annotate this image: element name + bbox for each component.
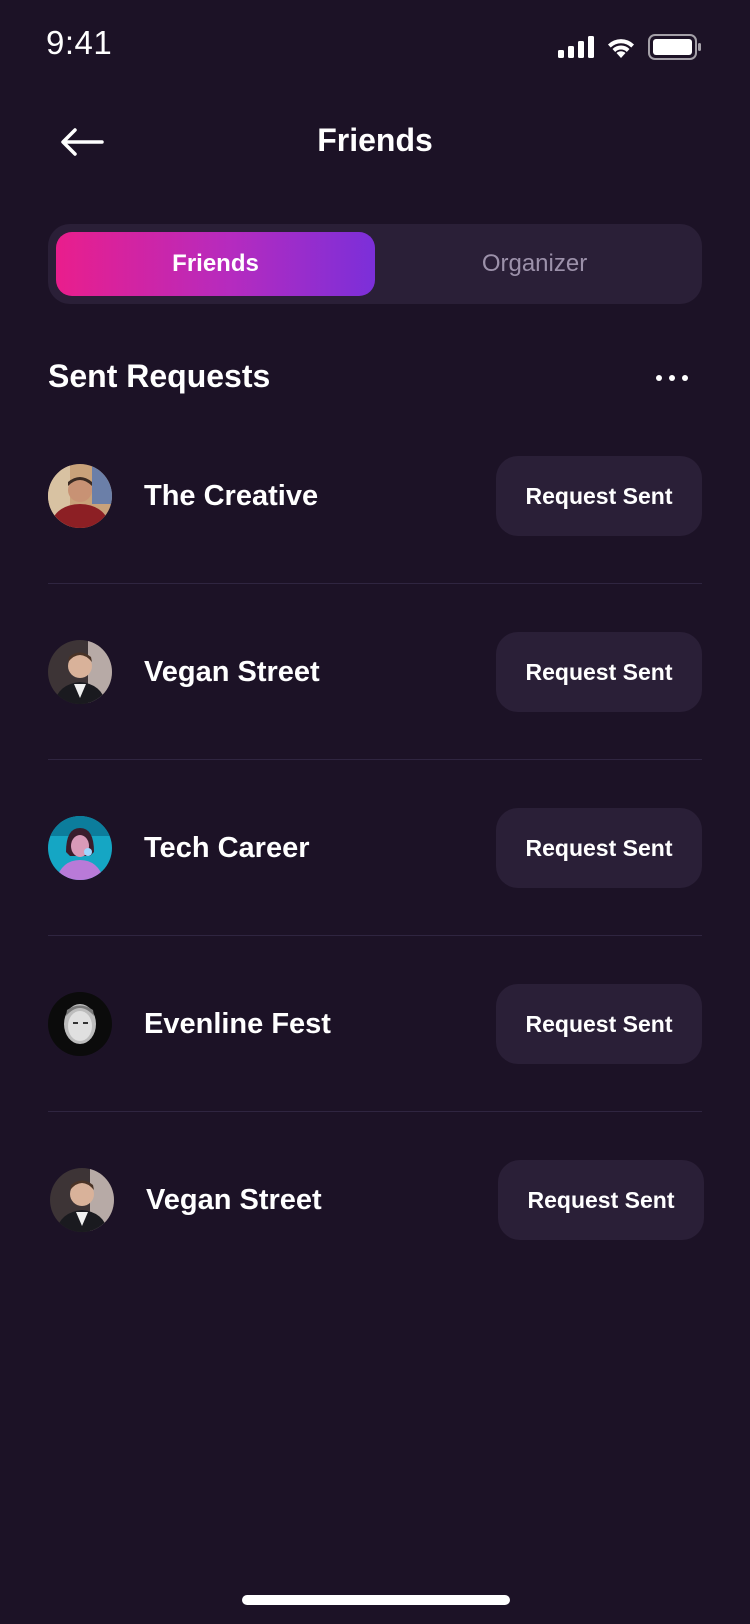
avatar[interactable] bbox=[50, 1168, 114, 1232]
request-sent-button[interactable]: Request Sent bbox=[496, 632, 702, 712]
tab-organizer[interactable]: Organizer bbox=[375, 232, 694, 296]
avatar[interactable] bbox=[48, 816, 112, 880]
section-title: Sent Requests bbox=[48, 358, 271, 394]
list-item: Evenline Fest Request Sent bbox=[48, 968, 702, 1144]
battery-icon bbox=[648, 34, 702, 65]
sent-requests-list: The Creative Request Sent Vegan Street R… bbox=[48, 440, 704, 1320]
status-time: 9:41 bbox=[46, 24, 113, 61]
request-sent-button[interactable]: Request Sent bbox=[496, 808, 702, 888]
request-name: Tech Career bbox=[144, 831, 310, 864]
avatar[interactable] bbox=[48, 640, 112, 704]
page-title: Friends bbox=[317, 122, 433, 158]
more-options-button[interactable] bbox=[642, 360, 702, 396]
segmented-tabs: Friends Organizer bbox=[48, 224, 702, 304]
divider bbox=[48, 1111, 702, 1112]
list-item: Tech Career Request Sent bbox=[48, 792, 702, 968]
request-name: Vegan Street bbox=[146, 1183, 322, 1216]
list-item: The Creative Request Sent bbox=[48, 440, 702, 616]
list-item: Vegan Street Request Sent bbox=[48, 616, 702, 792]
request-sent-button[interactable]: Request Sent bbox=[498, 1160, 704, 1240]
request-sent-button[interactable]: Request Sent bbox=[496, 984, 702, 1064]
request-sent-button[interactable]: Request Sent bbox=[496, 456, 702, 536]
status-icons bbox=[558, 34, 702, 65]
more-horizontal-icon bbox=[656, 375, 662, 381]
tab-friends[interactable]: Friends bbox=[56, 232, 375, 296]
divider bbox=[48, 759, 702, 760]
wifi-icon bbox=[606, 36, 636, 63]
avatar[interactable] bbox=[48, 992, 112, 1056]
divider bbox=[48, 935, 702, 936]
friends-screen: 9:41 Friends Friends Organizer Sent Requ… bbox=[0, 0, 750, 1624]
home-indicator[interactable] bbox=[242, 1595, 510, 1605]
avatar[interactable] bbox=[48, 464, 112, 528]
request-name: The Creative bbox=[144, 479, 319, 512]
divider bbox=[48, 583, 702, 584]
request-name: Evenline Fest bbox=[144, 1007, 331, 1040]
cellular-signal-icon bbox=[558, 36, 594, 63]
list-item: Vegan Street Request Sent bbox=[50, 1144, 704, 1320]
request-name: Vegan Street bbox=[144, 655, 320, 688]
